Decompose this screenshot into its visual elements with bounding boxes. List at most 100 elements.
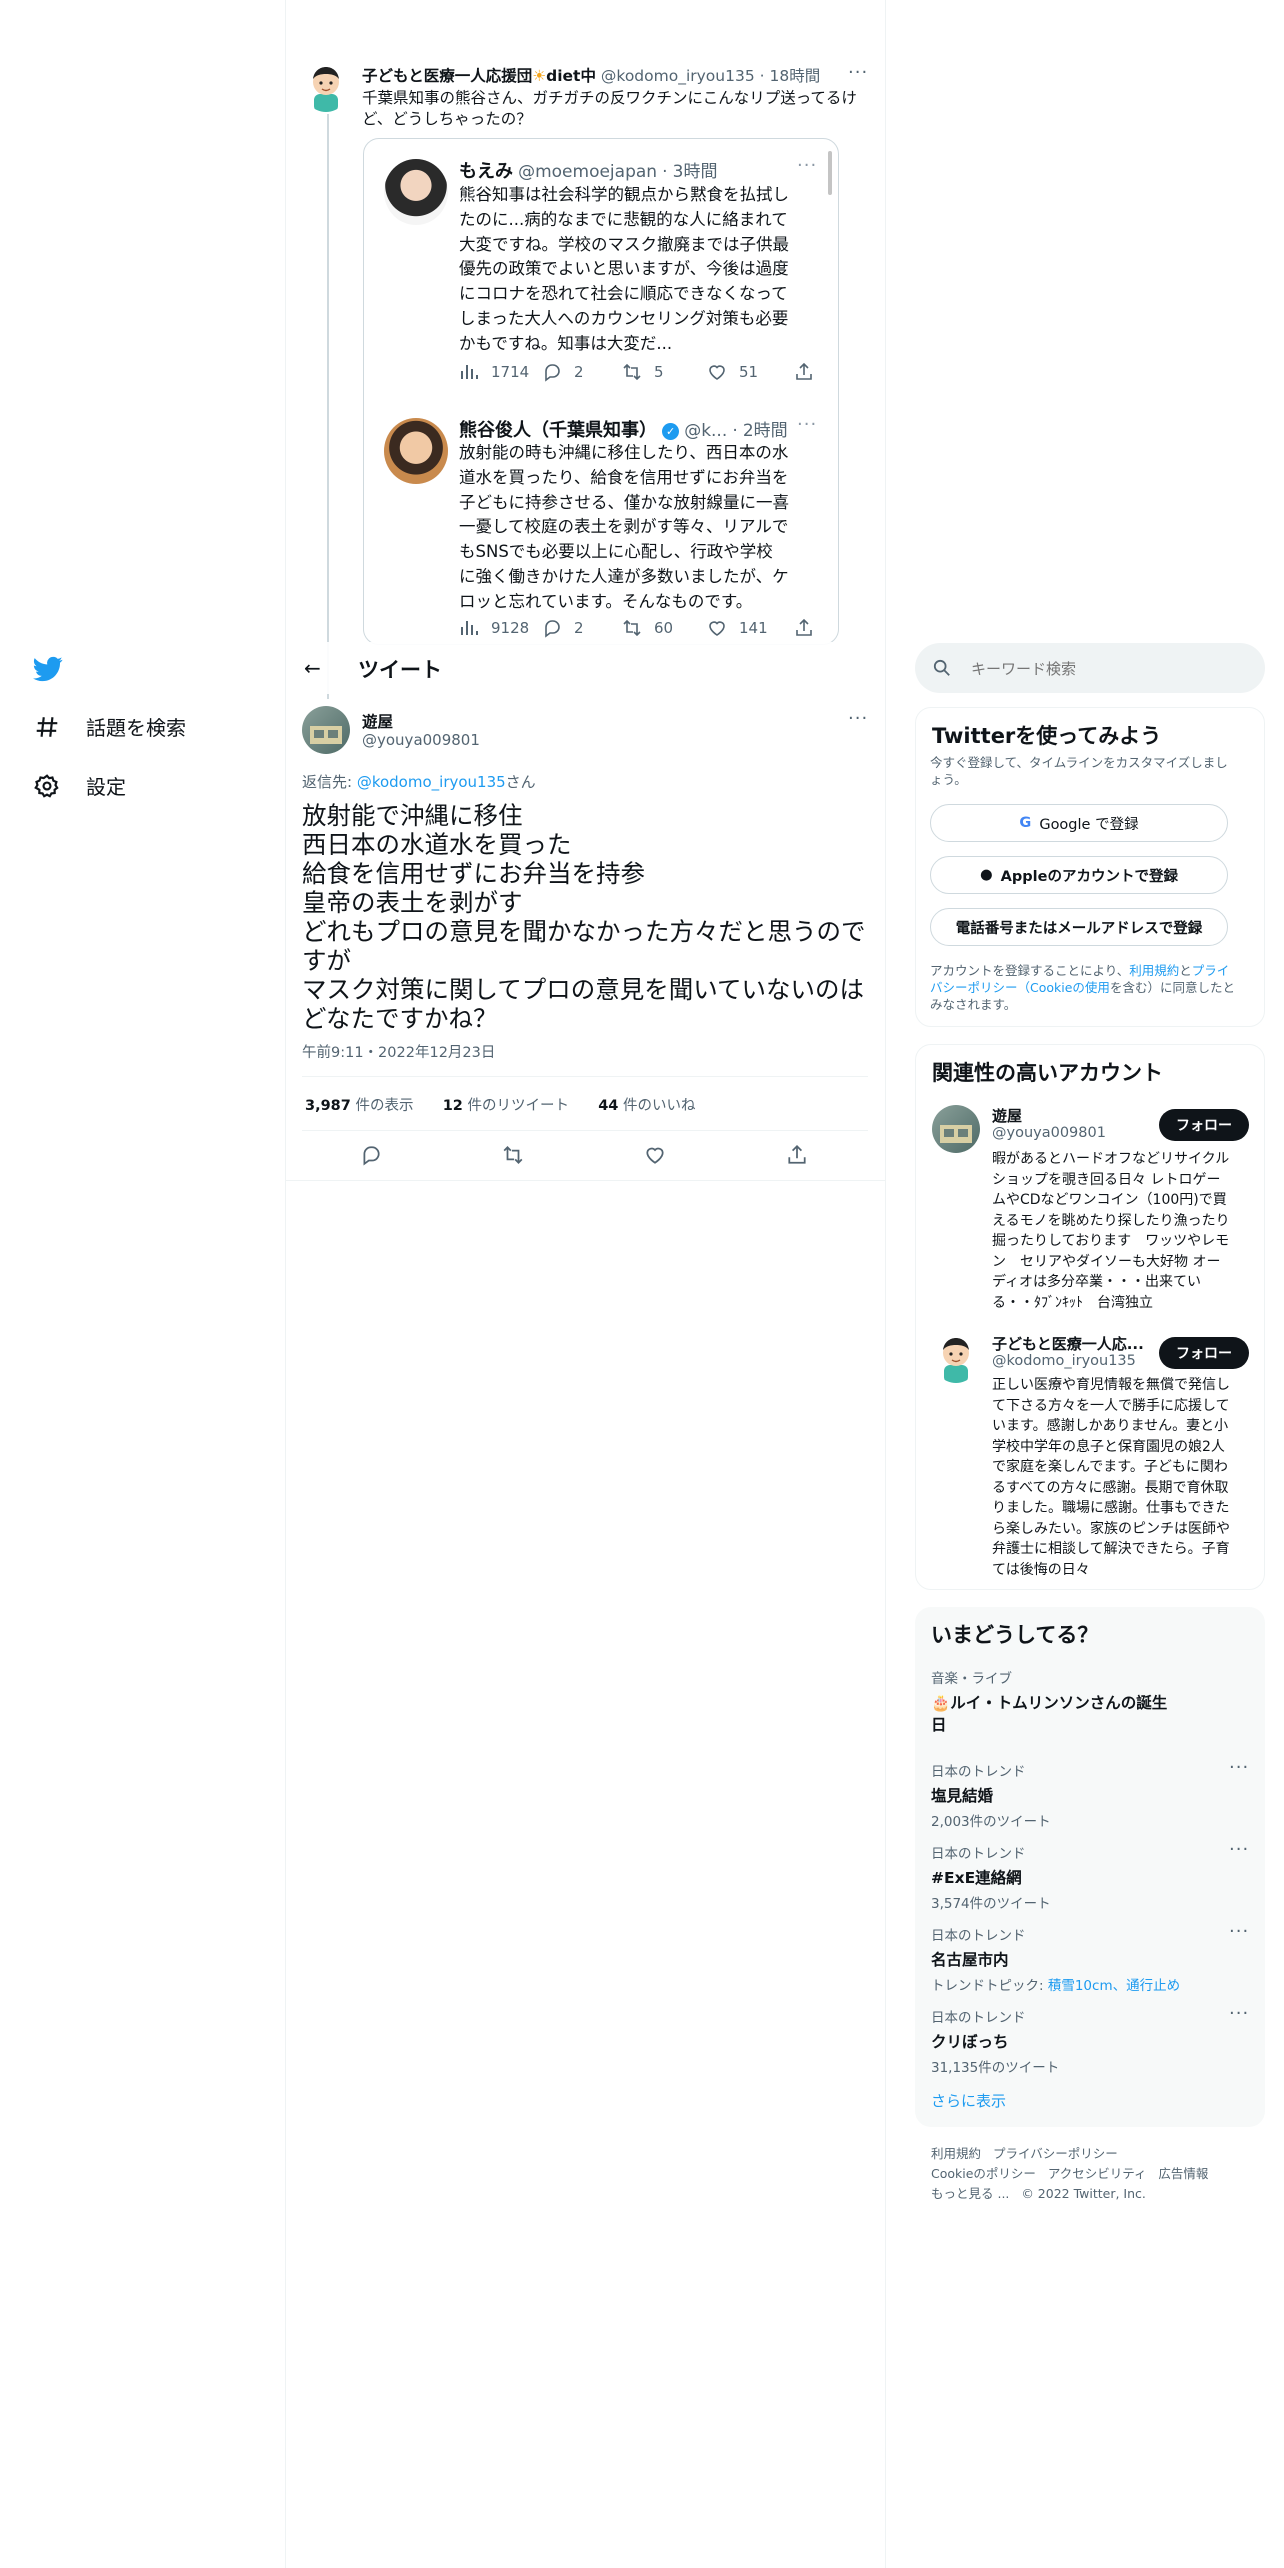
phone-signup-button[interactable]: 電話番号またはメールアドレスで登録 xyxy=(930,908,1228,946)
relevant-handle-1[interactable]: @youya009801 xyxy=(992,1125,1106,1141)
trend-topic-link[interactable]: 積雪10cm、通行止め xyxy=(1048,1978,1180,1994)
google-signup-button[interactable]: G Google で登録 xyxy=(930,804,1228,842)
avatar-youya[interactable] xyxy=(932,1105,980,1153)
footer: 利用規約 プライバシーポリシー Cookieのポリシー アクセシビリティ 広告情… xyxy=(931,2144,1208,2204)
footer-link-privacy[interactable]: プライバシーポリシー xyxy=(993,2146,1118,2161)
twitter-logo-icon[interactable] xyxy=(32,654,64,684)
stat-likes[interactable]: 44 件のいいね xyxy=(598,1098,695,1114)
column-divider-right xyxy=(885,0,886,2568)
quote1-retweets[interactable]: 5 xyxy=(622,362,664,382)
signup-terms: アカウントを登録することにより、利用規約とプライ バシーポリシー（Cookieの… xyxy=(930,963,1235,1012)
quote2-retweets[interactable]: 60 xyxy=(622,618,673,638)
relevant-name-1[interactable]: 遊屋 xyxy=(992,1105,1022,1126)
footer-more-link[interactable]: もっと見る ... xyxy=(931,2186,1009,2201)
main-retweet-button[interactable] xyxy=(502,1144,524,1170)
follow-button-2[interactable]: フォロー xyxy=(1159,1337,1249,1369)
trend-item-5[interactable]: 日本のトレンド クリぼっち 31,135件のツイート xyxy=(931,2006,1251,2076)
apple-signup-button[interactable]: ● Appleのアカウントで登録 xyxy=(930,856,1228,894)
relevant-accounts-panel: 関連性の高いアカウント 遊屋 @youya009801 フォロー 暇があるとハー… xyxy=(915,1044,1265,1590)
trend-more-icon[interactable]: ··· xyxy=(1229,1839,1249,1860)
retweet-icon xyxy=(503,1146,523,1164)
quote1-time[interactable]: 3時間 xyxy=(673,162,718,182)
trend-more-icon[interactable]: ··· xyxy=(1229,2003,1249,2024)
trend-more-icon[interactable]: ··· xyxy=(1229,1757,1249,1778)
avatar-kodomo[interactable] xyxy=(932,1331,980,1383)
relevant-handle-2[interactable]: @kodomo_iryou135 xyxy=(992,1353,1136,1369)
nav-settings[interactable]: 設定 xyxy=(34,771,126,800)
main-more-icon[interactable]: ··· xyxy=(848,708,868,729)
main-tweet-text: 放射能で沖縄に移住 西日本の水道水を買った 給食を信用せずにお弁当を持参 皇帝の… xyxy=(302,801,866,1033)
trend-item-2[interactable]: 日本のトレンド 塩見結婚 2,003件のツイート xyxy=(931,1760,1251,1830)
heart-icon xyxy=(709,621,725,636)
quote2-handle[interactable]: @k... xyxy=(684,421,727,441)
quote1-replies[interactable]: 2 xyxy=(542,362,584,382)
main-handle[interactable]: @youya009801 xyxy=(362,731,480,749)
quote1-more-icon[interactable]: ··· xyxy=(797,155,817,176)
avatar-moemi[interactable] xyxy=(384,159,448,225)
gear-icon xyxy=(34,773,59,798)
quote2-more-icon[interactable]: ··· xyxy=(797,414,817,435)
trends-panel: いまどうしてる？ 音楽・ライブ 🎂ルイ・トムリンソンさんの誕生日 日本のトレンド… xyxy=(915,1607,1265,2127)
share-icon xyxy=(796,618,812,636)
show-more-link[interactable]: さらに表示 xyxy=(931,2090,1006,2111)
footer-link-cookie[interactable]: Cookieのポリシー xyxy=(931,2166,1036,2181)
footer-link-terms[interactable]: 利用規約 xyxy=(931,2146,981,2161)
tweet-stats: 3,987 件の表示 12 件のリツイート 44 件のいいね xyxy=(305,1094,696,1115)
trend-item-1[interactable]: 音楽・ライブ 🎂ルイ・トムリンソンさんの誕生日 xyxy=(931,1667,1251,1735)
heart-icon xyxy=(709,365,725,380)
back-arrow-icon[interactable]: ← xyxy=(304,656,321,680)
trend-more-icon[interactable]: ··· xyxy=(1229,1921,1249,1942)
parent-time[interactable]: 18時間 xyxy=(770,67,821,85)
quote2-replies[interactable]: 2 xyxy=(542,618,584,638)
quote2-share[interactable] xyxy=(794,618,814,638)
parent-display-name[interactable]: 子どもと医療一人応援団 xyxy=(362,67,532,85)
trend-item-4[interactable]: 日本のトレンド 名古屋市内 トレンドトピック: 積雪10cm、通行止め xyxy=(931,1924,1251,1994)
views-chart-icon xyxy=(461,365,478,379)
privacy-link[interactable]: プライ xyxy=(1192,963,1230,978)
nav-explore[interactable]: 話題を検索 xyxy=(34,712,186,741)
search-input[interactable] xyxy=(969,655,1253,683)
avatar-kodomo[interactable] xyxy=(302,60,350,112)
quote2-display-name[interactable]: 熊谷俊人（千葉県知事） xyxy=(459,420,657,441)
reply-to-handle[interactable]: @kodomo_iryou135 xyxy=(357,773,506,791)
signup-title: Twitterを使ってみよう xyxy=(932,724,1162,748)
reply-icon xyxy=(545,364,560,382)
quote2-likes[interactable]: 141 xyxy=(707,618,768,638)
parent-tweet-header: 子どもと医療一人応援団☀diet中 @kodomo_iryou135 · 18時… xyxy=(362,67,821,85)
thread-line xyxy=(327,114,329,699)
trend-item-3[interactable]: 日本のトレンド #ExE連絡網 3,574件のツイート xyxy=(931,1842,1251,1912)
main-like-button[interactable] xyxy=(644,1144,666,1170)
terms-link[interactable]: 利用規約 xyxy=(1129,963,1179,978)
cookie-link[interactable]: バシーポリシー（Cookieの使用 xyxy=(930,980,1110,995)
relevant-title: 関連性の高いアカウント xyxy=(932,1061,1163,1085)
stat-views[interactable]: 3,987 件の表示 xyxy=(305,1098,413,1114)
signup-panel: Twitterを使ってみよう 今すぐ登録して、タイムラインをカスタマイズしまし … xyxy=(915,707,1265,1027)
quote1-views[interactable]: 1714 xyxy=(459,362,529,382)
footer-link-accessibility[interactable]: アクセシビリティ xyxy=(1048,2166,1147,2181)
quote2-views[interactable]: 9128 xyxy=(459,618,529,638)
main-display-name[interactable]: 遊屋 xyxy=(362,710,393,732)
relevant-name-2[interactable]: 子どもと医療一人応... xyxy=(992,1333,1144,1354)
quote1-display-name[interactable]: もえみ xyxy=(459,161,513,182)
parent-handle[interactable]: @kodomo_iryou135 xyxy=(601,67,755,85)
main-reply-button[interactable] xyxy=(360,1144,382,1170)
stat-retweets[interactable]: 12 件のリツイート xyxy=(443,1098,569,1114)
quote2-text: 放射能の時も沖縄に移住したり、西日本の水 道水を買ったり、給食を信用せずにお弁当… xyxy=(459,443,789,611)
footer-link-ads[interactable]: 広告情報 xyxy=(1158,2166,1208,2181)
follow-button-1[interactable]: フォロー xyxy=(1159,1109,1249,1141)
parent-more-icon[interactable]: ··· xyxy=(848,62,868,83)
card-scrollbar[interactable] xyxy=(828,151,832,195)
avatar-kumagai[interactable] xyxy=(384,418,448,484)
main-share-button[interactable] xyxy=(786,1144,808,1170)
search-box[interactable] xyxy=(915,643,1265,693)
quote2-time[interactable]: 2時間 xyxy=(743,421,788,441)
quoted-screenshot-card[interactable]: もえみ @moemoejapan · 3時間 ··· 熊谷知事は社会科学的観点か… xyxy=(363,138,839,645)
tweet-timestamp[interactable]: 午前9:11・2022年12月23日 xyxy=(302,1041,495,1062)
quote1-likes[interactable]: 51 xyxy=(707,362,758,382)
quote1-share[interactable] xyxy=(794,362,814,382)
reply-icon xyxy=(363,1146,380,1166)
relevant-bio-2: 正しい医療や育児情報を無償で発信し て下さる方々を一人で勝手に応援して います。… xyxy=(992,1377,1230,1578)
avatar-youya[interactable] xyxy=(302,706,350,754)
quote1-handle[interactable]: @moemoejapan xyxy=(518,162,657,182)
share-icon xyxy=(788,1144,806,1164)
